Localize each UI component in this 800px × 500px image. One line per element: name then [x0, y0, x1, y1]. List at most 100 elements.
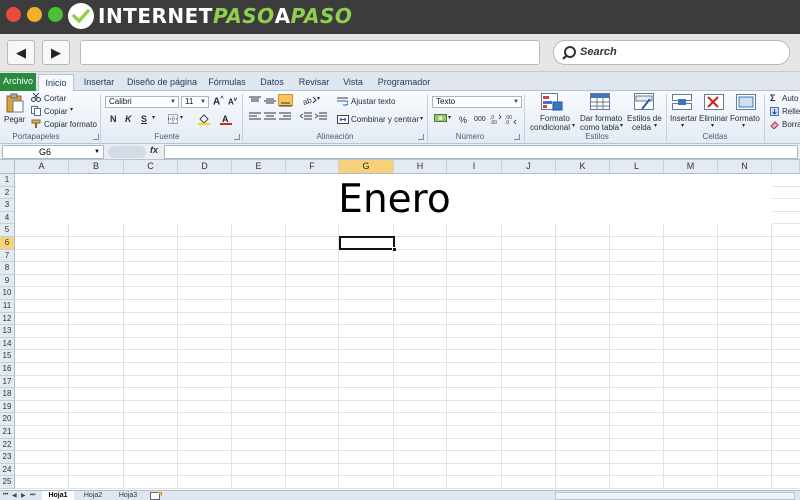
bold-button[interactable]: N [110, 114, 117, 124]
font-size-select[interactable]: 11 ▼ [181, 96, 209, 108]
copy-button[interactable]: Copiar [44, 107, 68, 116]
row-header[interactable]: 9 [0, 274, 15, 288]
fill-button[interactable]: Relle [782, 107, 800, 116]
merge-dropdown-icon[interactable]: ▾ [420, 115, 423, 122]
tab-formulas[interactable]: Fórmulas [204, 74, 250, 91]
fill-icon[interactable] [770, 107, 779, 116]
prev-sheet-icon[interactable]: ◀ [12, 492, 17, 499]
decrease-decimal-icon[interactable]: ,00,0 [505, 114, 517, 124]
format-table-dropdown-icon[interactable]: ▾ [620, 122, 623, 129]
orientation-icon[interactable]: ab [303, 96, 317, 105]
next-sheet-icon[interactable]: ▶ [21, 492, 26, 499]
cut-button[interactable]: Cortar [44, 94, 66, 103]
decrease-indent-icon[interactable] [300, 112, 312, 122]
delete-cells-icon[interactable] [704, 94, 724, 110]
currency-icon[interactable] [434, 113, 447, 124]
worksheet-grid[interactable]: A B C D E F G H I J K L M N 1 2 3 4 5 6 7 8 9 10 11 12 13 14 15 16 17 1… [0, 160, 800, 490]
cell-styles-icon[interactable] [634, 93, 654, 111]
maximize-window-button[interactable] [48, 7, 63, 22]
insert-sheet-icon[interactable] [150, 492, 162, 500]
insert-cells-dropdown-icon[interactable]: ▾ [681, 122, 684, 129]
grow-font-icon[interactable]: A^ [213, 96, 224, 107]
format-painter-icon[interactable] [31, 119, 41, 129]
alignment-dialog-launcher[interactable] [418, 134, 424, 140]
row-header[interactable]: 10 [0, 287, 15, 300]
row-header[interactable]: 15 [0, 350, 15, 363]
shrink-font-icon[interactable]: Av [228, 97, 237, 107]
row-header[interactable]: 20 [0, 413, 15, 426]
column-header[interactable]: N [718, 160, 772, 174]
column-header[interactable]: E [232, 160, 286, 174]
copy-dropdown-icon[interactable]: ▾ [70, 106, 73, 113]
row-header[interactable]: 11 [0, 300, 15, 313]
borders-icon[interactable] [168, 114, 178, 124]
underline-dropdown-icon[interactable]: ▾ [152, 114, 155, 121]
column-header[interactable]: K [556, 160, 610, 174]
fill-color-icon[interactable] [198, 113, 210, 125]
align-middle-icon[interactable] [264, 96, 276, 105]
column-header[interactable]: G [339, 160, 394, 174]
column-header[interactable]: H [394, 160, 447, 174]
column-header[interactable]: C [124, 160, 178, 174]
address-bar[interactable] [80, 40, 540, 65]
format-cells-dropdown-icon[interactable]: ▾ [742, 122, 745, 129]
wrap-text-button[interactable]: Ajustar texto [351, 97, 395, 106]
row-header[interactable]: 12 [0, 312, 15, 326]
horizontal-scrollbar[interactable] [555, 492, 795, 500]
row-header[interactable]: 14 [0, 337, 15, 351]
paste-button[interactable]: Pegar [4, 115, 25, 124]
name-box-dropdown-icon[interactable]: ▼ [94, 146, 100, 158]
column-header-partial[interactable] [772, 160, 800, 174]
row-header[interactable]: 2 [0, 186, 15, 200]
row-header[interactable]: 18 [0, 388, 15, 401]
row-header[interactable]: 17 [0, 375, 15, 389]
fill-handle[interactable] [392, 247, 397, 252]
column-header[interactable]: M [664, 160, 718, 174]
search-box[interactable]: Search [553, 40, 790, 65]
number-format-select[interactable]: Texto ▼ [432, 96, 522, 108]
sheet-tab-hoja3[interactable]: Hoja3 [112, 491, 144, 500]
align-bottom-icon[interactable] [278, 94, 293, 107]
row-header[interactable]: 23 [0, 451, 15, 464]
align-top-icon[interactable] [249, 96, 261, 105]
currency-dropdown-icon[interactable]: ▾ [448, 114, 451, 121]
row-header[interactable]: 5 [0, 224, 15, 237]
format-painter-button[interactable]: Copiar formato [44, 120, 97, 129]
column-header[interactable]: F [286, 160, 339, 174]
row-header[interactable]: 22 [0, 438, 15, 452]
minimize-window-button[interactable] [27, 7, 42, 22]
column-header[interactable]: D [178, 160, 232, 174]
row-header[interactable]: 4 [0, 211, 15, 225]
row-header[interactable]: 19 [0, 400, 15, 414]
font-name-select[interactable]: Calibri ▼ [105, 96, 179, 108]
row-header[interactable]: 21 [0, 426, 15, 439]
tab-revisar[interactable]: Revisar [294, 74, 334, 91]
merge-center-button[interactable]: Combinar y centrar [351, 115, 419, 124]
merged-title-cell[interactable]: Enero [16, 175, 773, 224]
row-header[interactable]: 8 [0, 262, 15, 275]
formula-bar-handle[interactable] [108, 146, 146, 158]
cell-styles-label-2[interactable]: celda [632, 123, 651, 132]
clear-button[interactable]: Borra [782, 120, 800, 129]
tab-programador[interactable]: Programador [374, 74, 434, 91]
row-header[interactable]: 13 [0, 325, 15, 338]
column-header[interactable]: I [447, 160, 502, 174]
align-left-icon[interactable] [249, 112, 261, 122]
sheet-tab-hoja2[interactable]: Hoja2 [77, 491, 109, 500]
column-header[interactable]: A [15, 160, 69, 174]
cell-styles-dropdown-icon[interactable]: ▾ [654, 122, 657, 129]
underline-button[interactable]: S [141, 114, 147, 124]
italic-button[interactable]: K [125, 114, 132, 124]
tab-archivo[interactable]: Archivo [0, 73, 36, 91]
name-box[interactable]: G6 ▼ [2, 145, 104, 159]
tab-vista[interactable]: Vista [338, 74, 368, 91]
format-cells-icon[interactable] [736, 94, 756, 110]
row-header[interactable]: 3 [0, 199, 15, 212]
forward-button[interactable]: ▶ [42, 40, 70, 65]
font-dialog-launcher[interactable] [234, 134, 240, 140]
row-header[interactable]: 24 [0, 463, 15, 477]
active-cell-selection[interactable] [339, 236, 397, 252]
autosum-icon[interactable]: Σ [770, 93, 775, 103]
insert-function-icon[interactable]: fx [150, 145, 158, 155]
thousands-separator-button[interactable]: 000 [474, 116, 486, 123]
